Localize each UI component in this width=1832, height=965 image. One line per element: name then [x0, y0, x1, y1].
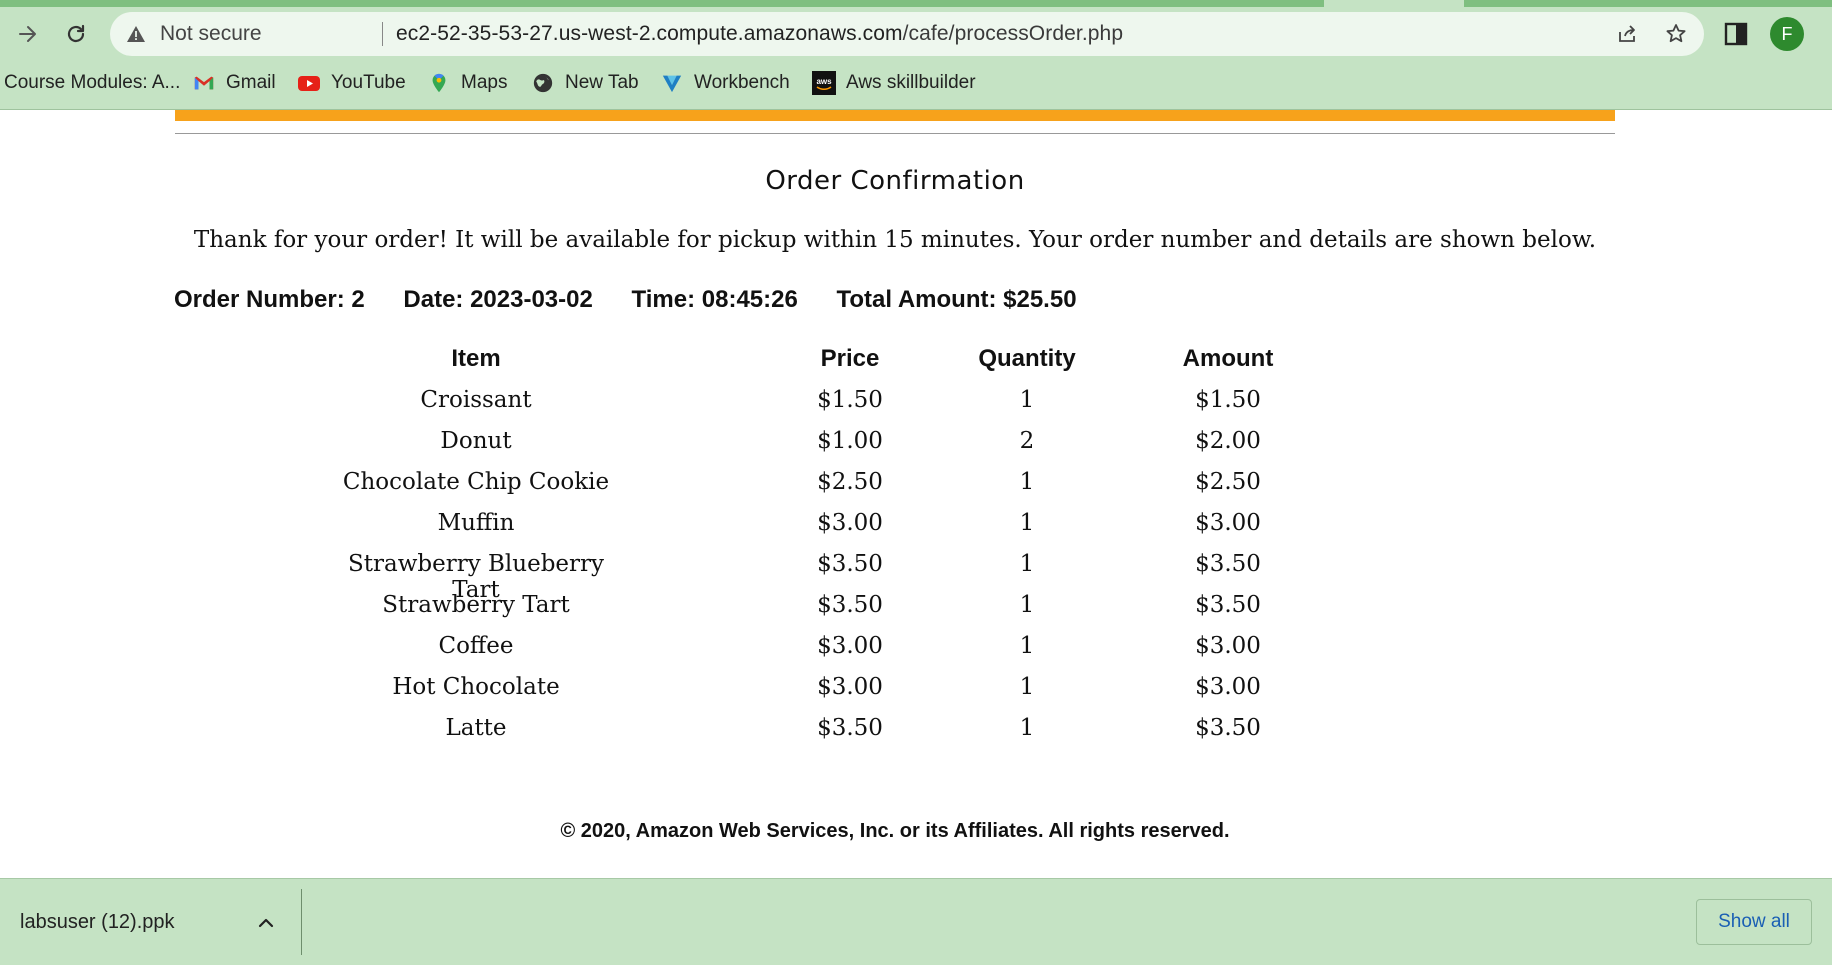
- workbench-icon: [660, 71, 684, 95]
- item-cell: Muffin: [437, 510, 515, 536]
- quantity-cell: 1: [1019, 592, 1035, 618]
- price-cell: $2.50: [817, 469, 883, 495]
- gmail-icon: [192, 71, 216, 95]
- amount-cell: $3.00: [1195, 510, 1261, 536]
- quantity-cell: 1: [1019, 510, 1035, 536]
- quantity-cell: 1: [1019, 469, 1035, 495]
- amount-cell: $3.00: [1195, 674, 1261, 700]
- price-cell: $3.00: [817, 633, 883, 659]
- bookmark-label: Aws skillbuilder: [846, 72, 976, 93]
- item-cell: Chocolate Chip Cookie: [342, 469, 610, 495]
- bookmark-youtube[interactable]: YouTube: [297, 68, 406, 98]
- maps-icon: [427, 71, 451, 95]
- item-cell: Hot Chocolate: [392, 674, 560, 700]
- amount-cell: $2.00: [1195, 428, 1261, 454]
- svg-text:aws: aws: [816, 77, 832, 86]
- page-title: Order Confirmation: [765, 166, 1025, 196]
- price-cell: $1.50: [817, 387, 883, 413]
- amount-cell: $3.00: [1195, 633, 1261, 659]
- warning-icon[interactable]: [126, 24, 146, 44]
- page-banner: [175, 110, 1615, 121]
- bookmark-label: Maps: [461, 72, 508, 93]
- item-cell: Latte: [445, 715, 507, 741]
- bookmark-aws-skillbuilder[interactable]: aws Aws skillbuilder: [812, 68, 976, 98]
- order-number: Order Number: 2: [174, 286, 365, 313]
- amount-cell: $1.50: [1195, 387, 1261, 413]
- bookmark-label: YouTube: [331, 72, 406, 93]
- order-summary: Order Number: 2 Date: 2023-03-02 Time: 0…: [174, 286, 1109, 316]
- quantity-cell: 1: [1019, 551, 1035, 577]
- amount-cell: $3.50: [1195, 715, 1261, 741]
- table-header-quantity: Quantity: [978, 345, 1076, 372]
- address-bar[interactable]: Not secure ec2-52-35-53-27.us-west-2.com…: [110, 12, 1704, 56]
- copyright-footer: © 2020, Amazon Web Services, Inc. or its…: [560, 820, 1230, 842]
- item-cell: Croissant: [420, 387, 532, 413]
- bookmark-workbench[interactable]: Workbench: [660, 68, 790, 98]
- price-cell: $3.50: [817, 715, 883, 741]
- browser-chrome: Not secure ec2-52-35-53-27.us-west-2.com…: [0, 0, 1832, 110]
- download-shelf: labsuser (12).ppk Show all: [0, 878, 1832, 965]
- bookmark-new-tab[interactable]: New Tab: [531, 68, 639, 98]
- table-header-item: Item: [451, 345, 501, 372]
- download-item[interactable]: labsuser (12).ppk: [0, 879, 300, 965]
- horizontal-rule: [175, 133, 1615, 134]
- quantity-cell: 2: [1019, 428, 1035, 454]
- forward-button[interactable]: [8, 14, 48, 54]
- share-icon[interactable]: [1616, 22, 1640, 46]
- youtube-icon: [297, 71, 321, 95]
- quantity-cell: 1: [1019, 715, 1035, 741]
- amount-cell: $3.50: [1195, 551, 1261, 577]
- price-cell: $1.00: [817, 428, 883, 454]
- bookmark-star-icon[interactable]: [1664, 22, 1688, 46]
- reload-icon: [67, 24, 85, 43]
- quantity-cell: 1: [1019, 633, 1035, 659]
- bookmark-maps[interactable]: Maps: [427, 68, 507, 98]
- bookmark-gmail[interactable]: Gmail: [192, 68, 276, 98]
- price-cell: $3.50: [817, 592, 883, 618]
- table-header-amount: Amount: [1182, 345, 1274, 372]
- download-file-name[interactable]: labsuser (12).ppk: [20, 911, 175, 934]
- bookmark-label: New Tab: [565, 72, 639, 93]
- bookmark-course-modules[interactable]: Course Modules: A...: [4, 68, 180, 98]
- order-total: Total Amount: $25.50: [836, 286, 1077, 313]
- arrow-right-icon: [19, 26, 36, 42]
- reload-button[interactable]: [56, 14, 96, 54]
- globe-icon: [531, 71, 555, 95]
- tab-strip-highlight: [0, 0, 1324, 7]
- table-header-price: Price: [820, 345, 880, 372]
- url-text[interactable]: ec2-52-35-53-27.us-west-2.compute.amazon…: [396, 22, 1123, 46]
- quantity-cell: 1: [1019, 674, 1035, 700]
- amount-cell: $2.50: [1195, 469, 1261, 495]
- side-panel-icon[interactable]: [1722, 20, 1750, 48]
- quantity-cell: 1: [1019, 387, 1035, 413]
- chevron-up-icon[interactable]: [254, 911, 278, 935]
- thank-you-message: Thank for your order! It will be availab…: [193, 227, 1597, 253]
- show-all-downloads-button[interactable]: Show all: [1696, 899, 1812, 945]
- bookmark-label: Gmail: [226, 72, 276, 93]
- bookmark-label: Course Modules: A...: [4, 72, 181, 93]
- price-cell: $3.50: [817, 551, 883, 577]
- download-shelf-divider: [301, 889, 302, 955]
- item-cell: Donut: [440, 428, 512, 454]
- amount-cell: $3.50: [1195, 592, 1261, 618]
- order-date: Date: 2023-03-02: [403, 286, 593, 313]
- order-time: Time: 08:45:26: [631, 286, 798, 313]
- bookmark-label: Workbench: [694, 72, 790, 93]
- security-status-label[interactable]: Not secure: [160, 22, 262, 46]
- price-cell: $3.00: [817, 674, 883, 700]
- url-host: ec2-52-35-53-27.us-west-2.compute.amazon…: [396, 22, 903, 45]
- bookmarks-bar: Course Modules: A... Gmail YouTube Maps …: [0, 64, 1832, 100]
- address-bar-divider: [382, 22, 383, 46]
- url-path: /cafe/processOrder.php: [902, 22, 1124, 45]
- tab-strip-highlight: [1464, 0, 1832, 7]
- item-cell: Strawberry Tart: [382, 592, 570, 618]
- item-cell: Coffee: [438, 633, 514, 659]
- aws-icon: aws: [812, 71, 836, 95]
- price-cell: $3.00: [817, 510, 883, 536]
- profile-avatar[interactable]: F: [1770, 17, 1804, 51]
